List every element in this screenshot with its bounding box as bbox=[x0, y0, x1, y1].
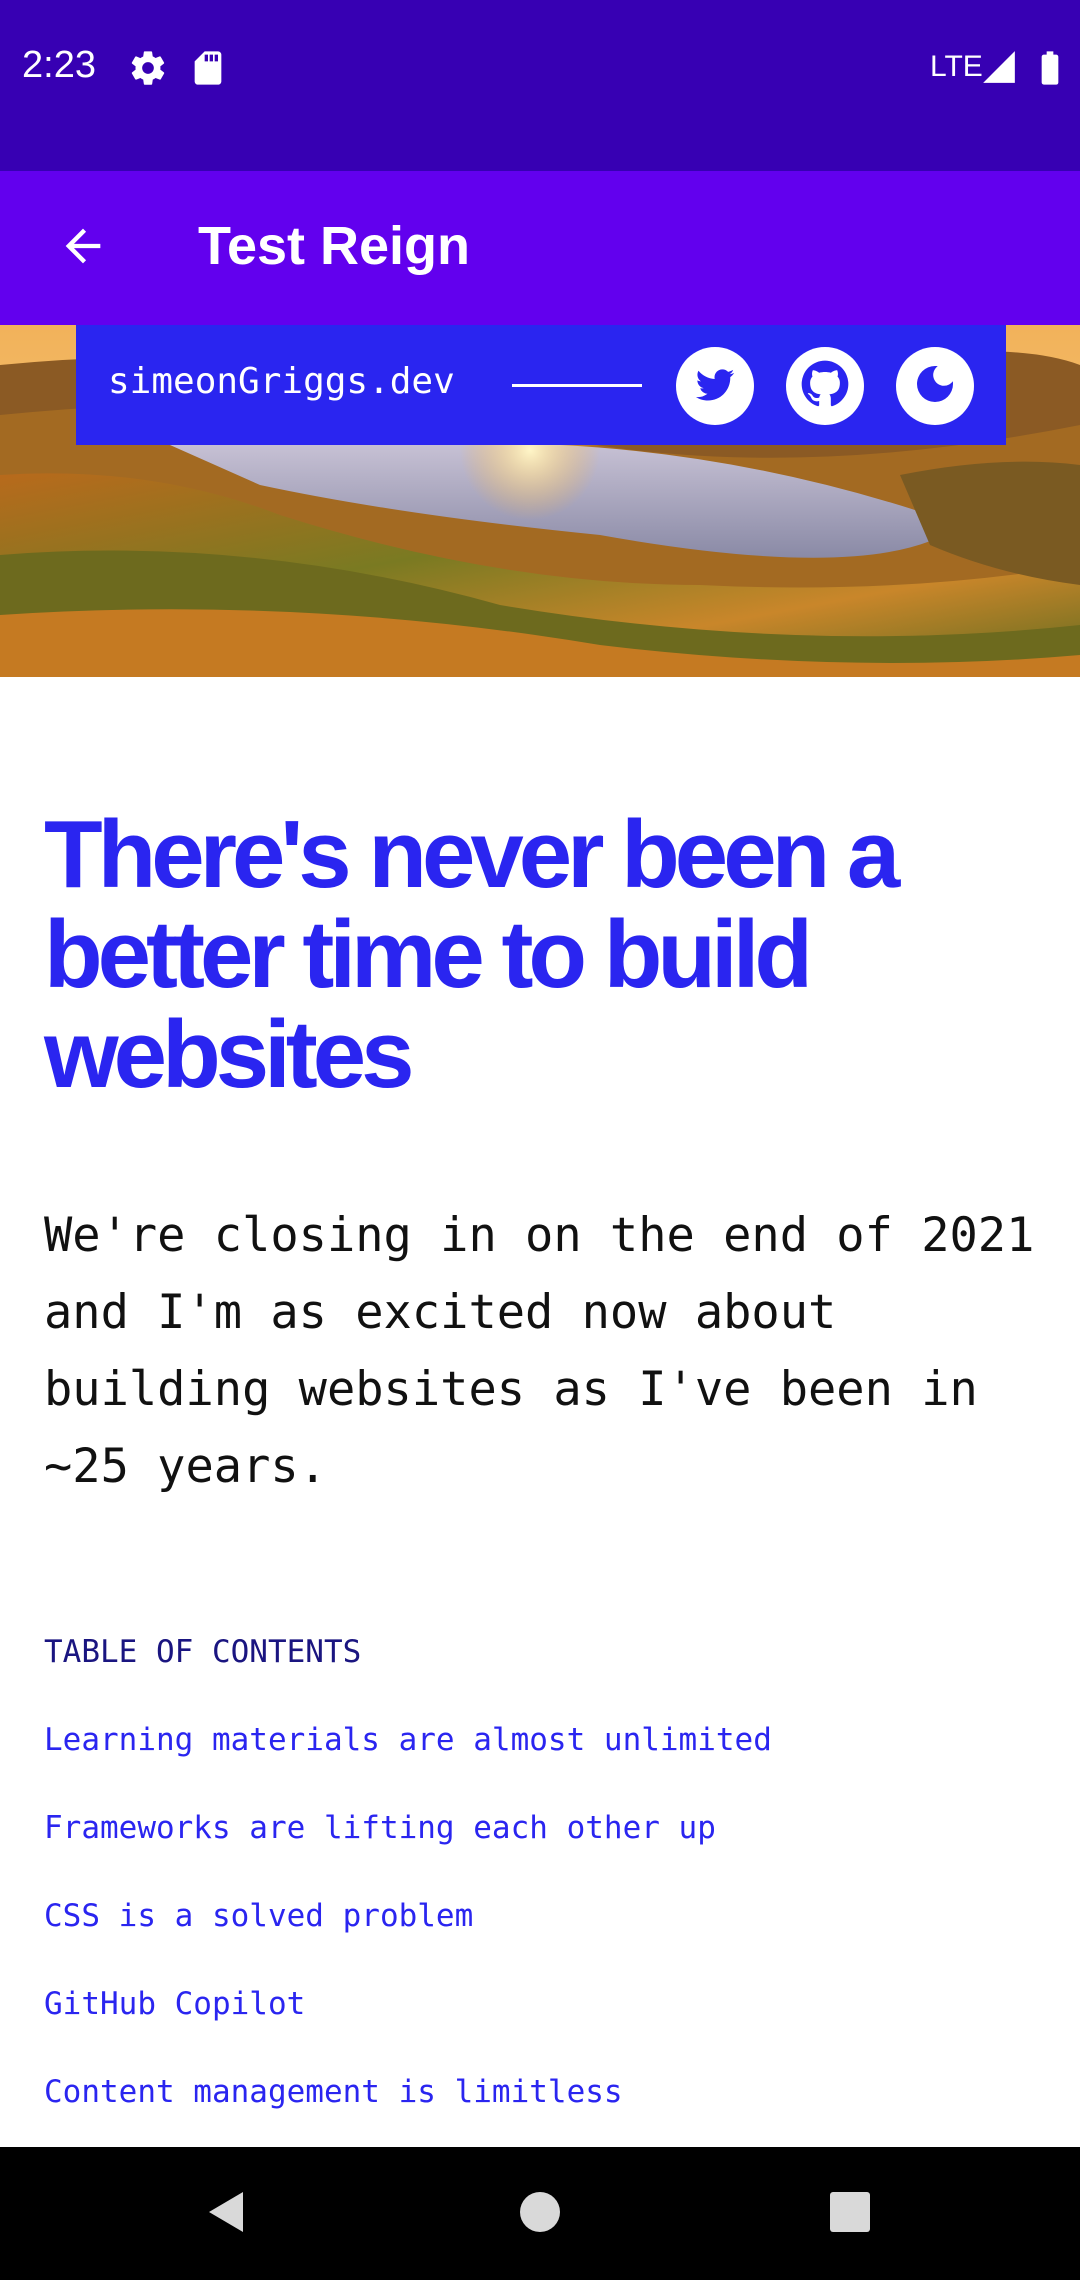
circle-home-icon bbox=[518, 2190, 562, 2238]
app-title: Test Reign bbox=[198, 216, 471, 276]
toc-link[interactable]: CSS is a solved problem bbox=[44, 1898, 473, 1934]
nav-home-button[interactable] bbox=[495, 2169, 585, 2259]
article-title: There's never been a better time to buil… bbox=[44, 801, 900, 1108]
toc-link[interactable]: Learning materials are almost unlimited bbox=[44, 1722, 772, 1758]
signal-icon bbox=[980, 48, 1020, 88]
square-recents-icon bbox=[829, 2191, 871, 2237]
toc-link[interactable]: Frameworks are lifting each other up bbox=[44, 1810, 716, 1846]
twitter-button[interactable] bbox=[676, 347, 754, 425]
arrow-back-icon bbox=[57, 220, 109, 276]
github-button[interactable] bbox=[786, 347, 864, 425]
toc-link[interactable]: GitHub Copilot bbox=[44, 1986, 305, 2022]
triangle-back-icon bbox=[203, 2188, 247, 2240]
divider-line bbox=[512, 384, 642, 387]
toc-link[interactable]: Content management is limitless bbox=[44, 2074, 623, 2110]
github-icon bbox=[797, 356, 853, 416]
site-name-link[interactable]: simeonGriggs.dev bbox=[108, 361, 455, 402]
network-type: LTE bbox=[930, 50, 983, 83]
toc-heading: TABLE OF CONTENTS bbox=[44, 1634, 362, 1670]
site-header: simeonGriggs.dev bbox=[76, 325, 1006, 445]
battery-icon bbox=[1030, 48, 1070, 88]
theme-toggle-button[interactable] bbox=[896, 347, 974, 425]
back-button[interactable] bbox=[40, 205, 126, 291]
nav-back-button[interactable] bbox=[180, 2169, 270, 2259]
app-bar: Test Reign bbox=[0, 171, 1080, 325]
article-intro: We're closing in on the end of 2021 and … bbox=[44, 1208, 1035, 1494]
moon-icon bbox=[911, 360, 959, 412]
twitter-icon bbox=[693, 362, 737, 410]
status-time: 2:23 bbox=[22, 44, 96, 86]
sd-card-icon bbox=[188, 48, 228, 88]
navigation-bar bbox=[0, 2147, 1080, 2280]
settings-icon bbox=[128, 48, 168, 88]
status-bar: 2:23 LTE bbox=[0, 0, 1080, 171]
nav-recents-button[interactable] bbox=[805, 2169, 895, 2259]
